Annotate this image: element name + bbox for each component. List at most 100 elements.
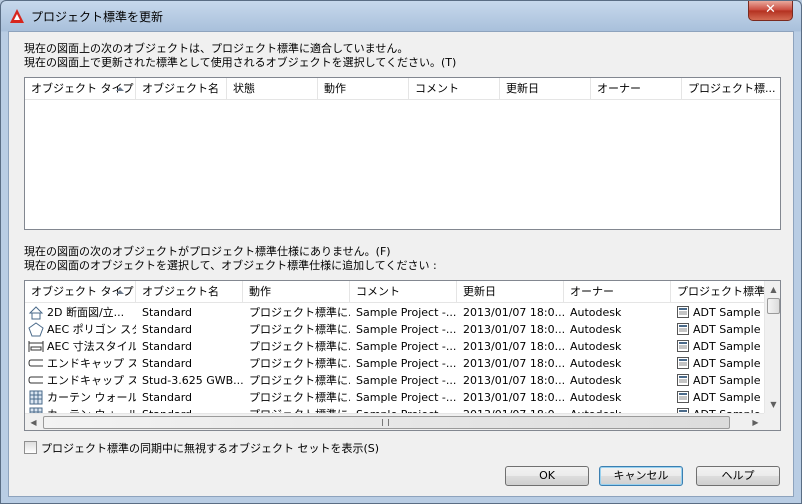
action-cell: プロジェクト標準に...: [249, 323, 350, 336]
horizontal-scrollbar[interactable]: ◀ ▶: [25, 413, 765, 430]
object-type-column-cell: AEC 寸法スタイル: [25, 338, 136, 355]
dimension-icon: [28, 339, 44, 354]
action-cell: プロジェクト標準に...: [249, 340, 350, 353]
column-header[interactable]: オーナー: [564, 281, 671, 303]
column-header[interactable]: オーナー: [591, 78, 682, 100]
scroll-down-icon[interactable]: ▼: [765, 396, 780, 413]
object-type-column-cell: エンドキャップ スタ...: [25, 372, 136, 389]
standards-file-icon: [677, 374, 689, 386]
section2-line1: 現在の図面の次のオブジェクトがプロジェクト標準仕様にありません。(F): [24, 245, 391, 258]
table-row[interactable]: 2D 断面図/立... Standard プロジェクト標準に... Sample Pr…: [25, 304, 765, 321]
section2-description: 現在の図面の次のオブジェクトがプロジェクト標準仕様にありません。(F) 現在の図…: [24, 245, 437, 273]
standards-column-cell: ADT Sample: [671, 389, 771, 406]
owner-cell: Autodesk: [570, 340, 622, 353]
dialog-window: プロジェクト標準を更新 ✕ 現在の図面上の次のオブジェクトは、プロジェクト標準に…: [0, 0, 802, 504]
table-row[interactable]: AEC 寸法スタイル Standard プロジェクト標準に... Sample Pro…: [25, 338, 765, 355]
vertical-scroll-thumb[interactable]: [767, 298, 780, 314]
standards-file-icon: [677, 323, 689, 335]
scroll-corner: [764, 413, 780, 430]
date-cell: 2013/01/07 18:0...: [463, 306, 564, 319]
name-cell: Standard: [142, 357, 193, 370]
standards-file-icon: [677, 391, 689, 403]
standards-file-cell: ADT Sample: [693, 357, 761, 370]
section1-line2: 現在の図面上で更新された標準として使用されるオブジェクトを選択してください。(T…: [24, 56, 457, 69]
autocad-logo-icon: [10, 9, 24, 23]
table-row[interactable]: カーテン ウォール ... Standard プロジェクト標準に... Sample …: [25, 389, 765, 406]
title-bar: プロジェクト標準を更新 ✕: [1, 1, 801, 31]
object-type-cell: 2D 断面図/立...: [47, 306, 125, 319]
column-header[interactable]: 動作: [318, 78, 409, 100]
owner-cell: Autodesk: [570, 357, 622, 370]
comment-cell: Sample Project -...: [356, 323, 457, 336]
comment-cell: Sample Project -...: [356, 340, 457, 353]
column-header[interactable]: 動作: [243, 281, 350, 303]
name-cell: Standard: [142, 306, 193, 319]
grip-icon: [382, 419, 389, 426]
column-header[interactable]: オブジェクト名: [136, 281, 243, 303]
elevation-icon: [28, 305, 44, 320]
date-cell: 2013/01/07 18:0...: [463, 391, 564, 404]
column-header[interactable]: コメント: [350, 281, 457, 303]
section1-description: 現在の図面上の次のオブジェクトは、プロジェクト標準に適合していません。 現在の図…: [24, 42, 456, 70]
column-header[interactable]: 更新日: [457, 281, 564, 303]
owner-cell: Autodesk: [570, 323, 622, 336]
endcap-icon: [28, 373, 44, 388]
date-cell: 2013/01/07 18:0...: [463, 323, 564, 336]
column-header[interactable]: プロジェクト標準フ: [671, 281, 771, 303]
object-type-cell: AEC ポリゴン スタ...: [47, 323, 136, 336]
action-cell: プロジェクト標準に...: [249, 306, 350, 319]
scroll-left-icon[interactable]: ◀: [25, 414, 42, 430]
date-cell: 2013/01/07 18:0...: [463, 340, 564, 353]
standards-column-cell: ADT Sample: [671, 304, 771, 321]
column-header[interactable]: オブジェクト名: [136, 78, 227, 100]
owner-cell: Autodesk: [570, 374, 622, 387]
nonconforming-objects-list[interactable]: オブジェクト タイプ オブジェクト名 状態 動作 コメント 更新日 オーナー プロジェクト標.…: [24, 77, 781, 230]
object-type-column-cell: 2D 断面図/立...: [25, 304, 136, 321]
horizontal-scroll-thumb[interactable]: [43, 416, 730, 429]
standards-column-cell: ADT Sample: [671, 372, 771, 389]
standards-file-cell: ADT Sample: [693, 323, 761, 336]
object-type-cell: エンドキャップ スタ...: [47, 357, 136, 370]
show-ignored-label: プロジェクト標準の同期中に無視するオブジェクト セットを表示(S): [41, 442, 380, 455]
scroll-up-icon[interactable]: ▲: [765, 281, 780, 298]
sort-ascending-icon: [116, 290, 124, 294]
standards-file-cell: ADT Sample: [693, 374, 761, 387]
standards-column-cell: ADT Sample: [671, 355, 771, 372]
ok-button[interactable]: OK: [505, 466, 589, 486]
standards-file-cell: ADT Sample: [693, 391, 761, 404]
show-ignored-checkbox[interactable]: [24, 441, 37, 454]
close-button[interactable]: ✕: [748, 1, 793, 21]
table-row[interactable]: AEC ポリゴン スタ... Standard プロジェクト標準に... Sample…: [25, 321, 765, 338]
comment-cell: Sample Project -...: [356, 391, 457, 404]
standards-column-cell: ADT Sample: [671, 338, 771, 355]
column-header[interactable]: 更新日: [500, 78, 591, 100]
standards-column-cell: ADT Sample: [671, 321, 771, 338]
standards-file-cell: ADT Sample: [693, 306, 761, 319]
column-header[interactable]: コメント: [409, 78, 500, 100]
object-type-column-cell: カーテン ウォール ...: [25, 389, 136, 406]
name-cell: Standard: [142, 340, 193, 353]
table-row[interactable]: エンドキャップ スタ... Standard プロジェクト標準に... Sample …: [25, 355, 765, 372]
table-row[interactable]: エンドキャップ スタ... Stud-3.625 GWB... プロジェクト標準に.…: [25, 372, 765, 389]
scroll-right-icon[interactable]: ▶: [747, 414, 764, 430]
date-cell: 2013/01/07 18:0...: [463, 374, 564, 387]
sort-ascending-icon: [116, 87, 124, 91]
cancel-button[interactable]: キャンセル: [599, 466, 683, 486]
standards-file-cell: ADT Sample: [693, 340, 761, 353]
object-type-cell: カーテン ウォール ...: [47, 391, 136, 404]
section1-line1: 現在の図面上の次のオブジェクトは、プロジェクト標準に適合していません。: [24, 42, 409, 55]
action-cell: プロジェクト標準に...: [249, 357, 350, 370]
comment-cell: Sample Project -...: [356, 357, 457, 370]
object-type-column-cell: エンドキャップ スタ...: [25, 355, 136, 372]
standards-file-icon: [677, 357, 689, 369]
missing-objects-list[interactable]: オブジェクト タイプ オブジェクト名 動作 コメント 更新日 オーナー プロジェクト標準フ …: [24, 280, 781, 431]
action-cell: プロジェクト標準に...: [249, 391, 350, 404]
column-header[interactable]: 状態: [227, 78, 318, 100]
date-cell: 2013/01/07 18:0...: [463, 357, 564, 370]
dialog-client: 現在の図面上の次のオブジェクトは、プロジェクト標準に適合していません。 現在の図…: [8, 31, 794, 497]
comment-cell: Sample Project -...: [356, 374, 457, 387]
list-header: オブジェクト タイプ オブジェクト名 状態 動作 コメント 更新日 オーナー プロジェクト標.…: [25, 78, 780, 100]
column-header[interactable]: プロジェクト標...: [682, 78, 780, 100]
help-button[interactable]: ヘルプ: [696, 466, 780, 486]
vertical-scrollbar[interactable]: ▲ ▼: [764, 281, 780, 413]
